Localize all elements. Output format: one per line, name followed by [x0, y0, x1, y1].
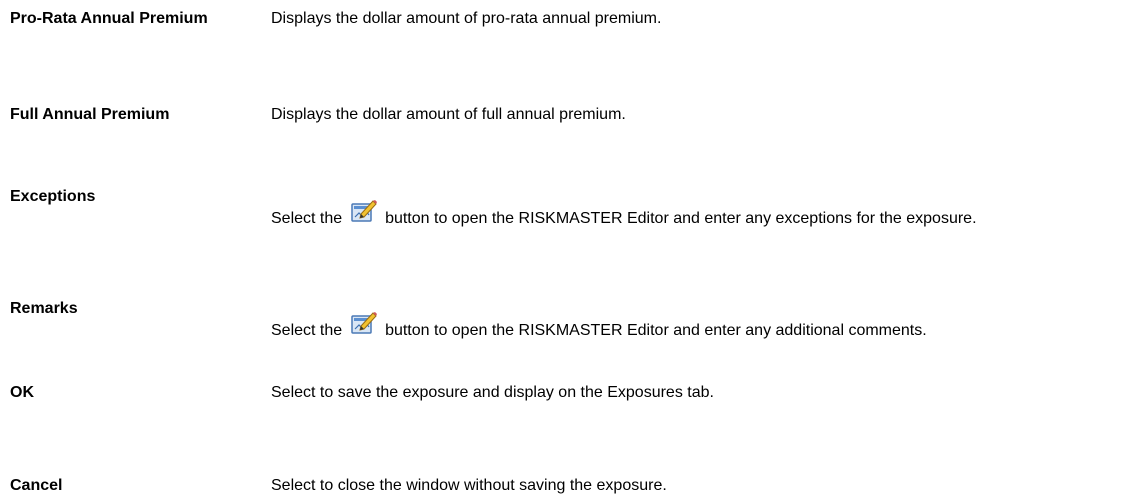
editor-icon[interactable] [350, 309, 378, 337]
description-text: button to open the RISKMASTER Editor and… [385, 210, 977, 227]
term-label: Exceptions [10, 188, 96, 205]
term-description: Displays the dollar amount of full annua… [271, 106, 626, 123]
term-label: Cancel [10, 477, 63, 494]
term-label: Pro-Rata Annual Premium [10, 10, 208, 27]
editor-icon[interactable] [350, 197, 378, 225]
term-description: Select the button to open the RISKMASTER… [271, 197, 1101, 229]
term-label: OK [10, 384, 34, 401]
description-text: Select the [271, 210, 343, 227]
term-description: Select to close the window without savin… [271, 477, 667, 494]
term-description: Select the button to open the RISKMASTER… [271, 309, 1141, 341]
term-description: Displays the dollar amount of pro-rata a… [271, 10, 662, 27]
term-label: Full Annual Premium [10, 106, 170, 123]
term-label: Remarks [10, 300, 78, 317]
description-text: Select the [271, 322, 343, 339]
term-description: Select to save the exposure and display … [271, 384, 714, 401]
description-text: button to open the RISKMASTER Editor and… [385, 322, 927, 339]
